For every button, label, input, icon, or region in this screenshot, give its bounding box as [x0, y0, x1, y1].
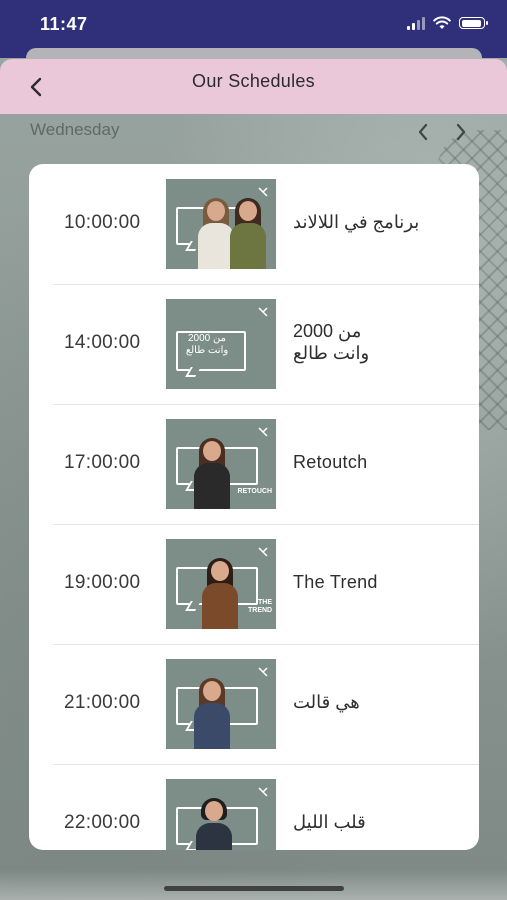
chevron-right-icon: [456, 123, 466, 141]
schedule-row[interactable]: 10:00:00 برنامج في اللالاند: [53, 164, 479, 285]
next-day-button[interactable]: [451, 120, 471, 144]
program-thumbnail: RETOUCH: [166, 419, 276, 509]
page-title: Our Schedules: [192, 71, 315, 91]
home-indicator[interactable]: [164, 886, 344, 891]
thumbnail-title: من 2000 وانت طالع: [185, 333, 229, 356]
day-label: Wednesday: [30, 120, 120, 139]
program-name: The Trend: [293, 572, 378, 592]
schedule-time: 10:00:00: [64, 212, 141, 233]
bottom-fade: [0, 870, 507, 900]
schedule-time: 14:00:00: [64, 332, 141, 353]
signal-icon: [407, 16, 425, 30]
status-time: 11:47: [40, 14, 88, 34]
program-thumbnail: [166, 179, 276, 269]
wifi-icon: [433, 16, 451, 29]
schedule-time: 17:00:00: [64, 452, 141, 473]
schedule-row[interactable]: 19:00:00 THE TREND The Trend: [53, 524, 479, 645]
schedule-row[interactable]: 22:00:00 قلب الليل: [53, 764, 479, 850]
program-name: من 2000 وانت طالع: [293, 320, 369, 364]
day-selector: Wednesday: [0, 118, 507, 150]
schedule-time: 22:00:00: [64, 812, 141, 833]
program-name-line: وانت طالع: [293, 343, 370, 363]
schedule-time: 21:00:00: [64, 692, 141, 713]
program-name: Retoutch: [293, 452, 368, 472]
thumbnail-title: THE TREND: [248, 599, 273, 614]
schedule-row[interactable]: 21:00:00 هي قالت: [53, 644, 479, 765]
program-thumbnail: من 2000 وانت طالع: [166, 299, 276, 389]
navigation-bar: Our Schedules: [0, 59, 507, 114]
chevron-left-icon: [418, 123, 428, 141]
program-name-line: من 2000: [293, 321, 362, 341]
battery-icon: [459, 17, 488, 29]
thumbnail-title: RETOUCH: [237, 488, 272, 495]
day-navigation: [413, 120, 471, 144]
schedule-time: 19:00:00: [64, 572, 141, 593]
program-name: هي قالت: [293, 692, 360, 712]
program-name: برنامج في اللالاند: [293, 212, 420, 232]
status-icons: [407, 16, 488, 30]
schedule-row[interactable]: 17:00:00 RETOUCH Retoutch: [53, 404, 479, 525]
program-thumbnail: [166, 779, 276, 850]
program-name: قلب الليل: [293, 812, 366, 832]
schedule-list: 10:00:00 برنامج في اللالاند 14:00:00 من …: [29, 164, 479, 850]
schedule-row[interactable]: 14:00:00 من 2000 وانت طالع من 2000 وانت …: [53, 284, 479, 405]
program-thumbnail: [166, 659, 276, 749]
previous-day-button[interactable]: [413, 120, 433, 144]
program-thumbnail: THE TREND: [166, 539, 276, 629]
